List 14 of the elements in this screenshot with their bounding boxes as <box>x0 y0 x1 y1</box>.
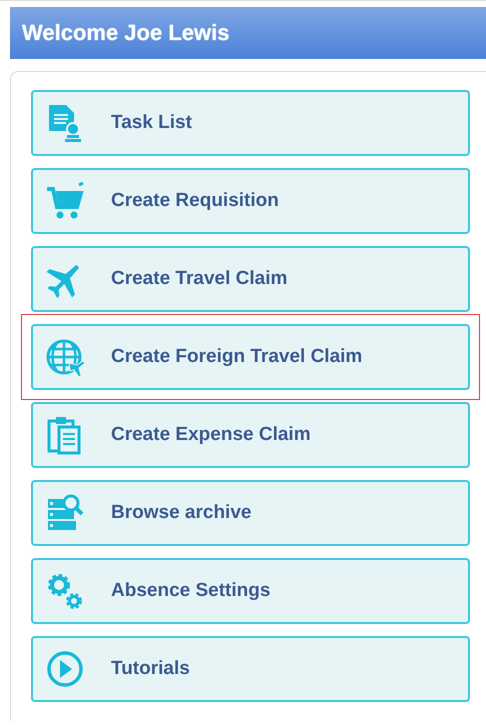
play-icon <box>45 649 85 689</box>
menu-button[interactable]: Create Travel Claim <box>31 246 470 312</box>
menu-button[interactable]: Create Expense Claim <box>31 402 470 468</box>
menu-button[interactable]: Create Requisition <box>31 168 470 234</box>
menu-button[interactable]: Browse archive <box>31 480 470 546</box>
globe-icon <box>45 337 85 377</box>
gears-icon <box>45 571 85 611</box>
menu-button[interactable]: Absence Settings <box>31 558 470 624</box>
cart-icon <box>45 181 85 221</box>
menu-button[interactable]: Tutorials <box>31 636 470 702</box>
menu-button[interactable]: Create Foreign Travel Claim <box>31 324 470 390</box>
menu-button[interactable]: Task List <box>31 90 470 156</box>
welcome-title: Welcome Joe Lewis <box>22 20 230 45</box>
archive-icon <box>45 493 85 533</box>
